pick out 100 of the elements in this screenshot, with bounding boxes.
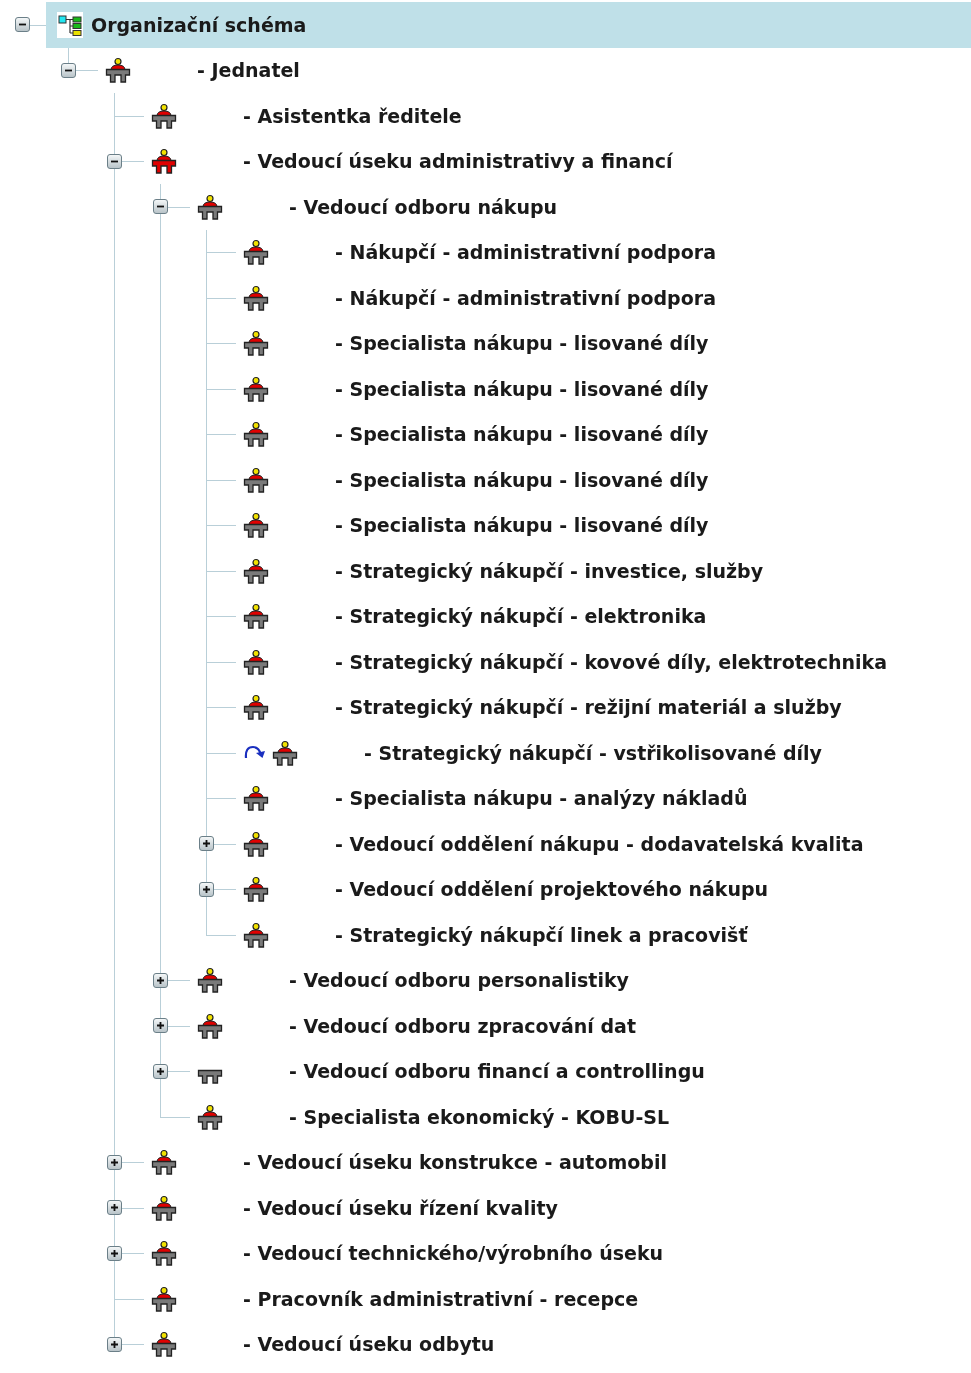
collapse-toggle[interactable] xyxy=(15,17,30,33)
expand-toggle[interactable] xyxy=(107,1336,122,1352)
person-at-desk-icon xyxy=(151,1331,177,1358)
tree-item[interactable]: Organizační schéma xyxy=(46,2,971,48)
person-at-desk-icon xyxy=(243,330,269,357)
collapse-toggle[interactable] xyxy=(153,199,168,215)
node-label: - Vedoucí technického/výrobního úseku xyxy=(243,1241,664,1266)
node-label: - Specialista nákupu - lisované díly xyxy=(335,331,709,356)
expand-toggle[interactable] xyxy=(107,1200,122,1216)
node-label: - Strategický nákupčí - režijní materiál a služby xyxy=(335,695,842,720)
node-label: - Pracovník administrativní - recepce xyxy=(243,1286,639,1312)
node-label: - Vedoucí úseku administrativy a financí xyxy=(243,149,673,174)
node-label: - Specialista nákupu - lisované díly xyxy=(335,513,709,538)
tree-item[interactable]: - Strategický nákupčí - investice, služby xyxy=(230,548,971,594)
node-label: - Vedoucí oddělení projektového nákupu xyxy=(335,877,769,902)
expand-toggle[interactable] xyxy=(153,1063,168,1079)
person-at-desk-icon xyxy=(151,148,177,175)
person-at-desk-icon xyxy=(243,603,269,630)
node-label: - Vedoucí odboru nákupu xyxy=(289,194,558,220)
node-label: - Vedoucí úseku konstrukce - automobil xyxy=(243,1150,667,1175)
node-label: - Strategický nákupčí - vstřikolisované díly xyxy=(364,740,822,766)
tree-item[interactable]: - Vedoucí úseku odbytu xyxy=(138,1321,971,1367)
expand-toggle[interactable] xyxy=(107,1245,122,1261)
tree-item[interactable]: - Vedoucí odboru zpracování dat xyxy=(184,1003,971,1049)
expand-toggle[interactable] xyxy=(199,881,214,897)
tree-item[interactable]: - Vedoucí odboru personalistiky xyxy=(184,957,971,1003)
person-at-desk-icon xyxy=(243,785,269,812)
plus-icon xyxy=(110,1339,119,1349)
tree-item[interactable]: - Vedoucí technického/výrobního úseku xyxy=(138,1230,971,1276)
tree-item[interactable]: - Vedoucí oddělení nákupu - dodavatelská kvalita xyxy=(230,821,971,867)
tree-item[interactable]: - Vedoucí úseku administrativy a financí xyxy=(138,138,971,184)
person-at-desk-icon xyxy=(243,375,269,402)
person-at-desk-icon xyxy=(243,421,269,448)
node-label: - Vedoucí úseku odbytu xyxy=(243,1332,495,1357)
node-label: - Vedoucí odboru personalistiky xyxy=(289,968,629,993)
person-at-desk-icon xyxy=(105,57,131,84)
tree-item[interactable]: - Specialista ekonomický - KOBU-SL xyxy=(184,1094,971,1140)
plus-icon xyxy=(156,975,165,985)
tree-item[interactable]: - Vedoucí úseku konstrukce - automobil xyxy=(138,1139,971,1185)
tree-item[interactable]: - Strategický nákupčí - vstřikolisované díly xyxy=(230,730,971,776)
node-label: - Nákupčí - administrativní podpora xyxy=(335,285,716,311)
person-at-desk-icon xyxy=(243,830,269,857)
tree-item[interactable]: - Jednatel xyxy=(92,47,971,93)
collapse-toggle[interactable] xyxy=(61,62,76,78)
tree-item[interactable]: - Nákupčí - administrativní podpora xyxy=(230,275,971,321)
tree-item[interactable]: - Nákupčí - administrativní podpora xyxy=(230,229,971,275)
node-label: - Specialista nákupu - lisované díly xyxy=(335,376,709,402)
tree-item[interactable]: - Strategický nákupčí - kovové díly, elektrotechnika xyxy=(230,639,971,685)
node-label: - Specialista nákupu - analýzy nákladů xyxy=(335,786,748,811)
node-label: - Vedoucí oddělení nákupu - dodavatelská kvalita xyxy=(335,831,864,857)
node-label: - Vedoucí úseku řízení kvality xyxy=(243,1195,558,1221)
expand-toggle[interactable] xyxy=(199,836,214,852)
tree-item[interactable]: - Pracovník administrativní - recepce xyxy=(138,1276,971,1322)
tree-item[interactable]: - Strategický nákupčí linek a pracovišť xyxy=(230,912,971,958)
collapse-toggle[interactable] xyxy=(107,153,122,169)
org-chart-icon xyxy=(57,11,83,38)
expand-toggle[interactable] xyxy=(153,1018,168,1034)
node-label: - Strategický nákupčí - kovové díly, elektrotechnika xyxy=(335,649,887,675)
person-at-desk-icon xyxy=(151,1194,177,1221)
node-label: - Vedoucí odboru zpracování dat xyxy=(289,1013,636,1039)
plus-icon xyxy=(110,1248,119,1258)
person-at-desk-icon xyxy=(151,1149,177,1176)
tree-item[interactable]: - Vedoucí úseku řízení kvality xyxy=(138,1185,971,1231)
person-at-desk-icon xyxy=(243,466,269,493)
node-label: - Specialista nákupu - lisované díly xyxy=(335,422,709,447)
person-at-desk-icon xyxy=(197,1103,223,1130)
plus-icon xyxy=(110,1157,119,1167)
person-at-desk-icon xyxy=(243,512,269,539)
person-at-desk-icon xyxy=(243,921,269,948)
plus-icon xyxy=(156,1021,165,1031)
node-label: - Specialista nákupu - lisované díly xyxy=(335,467,709,493)
expand-toggle[interactable] xyxy=(153,972,168,988)
node-label: - Jednatel xyxy=(197,58,300,83)
tree-item[interactable]: - Strategický nákupčí - režijní materiál a služby xyxy=(230,684,971,730)
tree-item[interactable]: - Vedoucí odboru nákupu xyxy=(184,184,971,230)
tree-item[interactable]: - Vedoucí odboru financí a controllingu xyxy=(184,1048,971,1094)
person-at-desk-icon xyxy=(243,876,269,903)
person-at-desk-icon xyxy=(151,102,177,129)
node-label: - Specialista ekonomický - KOBU-SL xyxy=(289,1104,670,1130)
tree-item[interactable]: - Strategický nákupčí - elektronika xyxy=(230,593,971,639)
tree-item[interactable]: - Vedoucí oddělení projektového nákupu xyxy=(230,866,971,912)
tree-item[interactable]: - Specialista nákupu - lisované díly xyxy=(230,366,971,412)
person-at-desk-icon xyxy=(197,193,223,220)
tree-item[interactable]: - Specialista nákupu - lisované díly xyxy=(230,457,971,503)
plus-icon xyxy=(110,1203,119,1213)
person-at-desk-icon xyxy=(243,239,269,266)
node-label: - Vedoucí odboru financí a controllingu xyxy=(289,1059,705,1084)
tree-item[interactable]: - Specialista nákupu - lisované díly xyxy=(230,411,971,457)
person-at-desk-icon xyxy=(243,648,269,675)
tree-item[interactable]: - Specialista nákupu - analýzy nákladů xyxy=(230,775,971,821)
tree-item[interactable]: - Specialista nákupu - lisované díly xyxy=(230,502,971,548)
node-label: - Nákupčí - administrativní podpora xyxy=(335,240,716,265)
expand-toggle[interactable] xyxy=(107,1154,122,1170)
person-at-desk-icon xyxy=(151,1240,177,1267)
tree-item[interactable]: - Asistentka ředitele xyxy=(138,93,971,139)
node-label: - Strategický nákupčí - elektronika xyxy=(335,604,707,629)
plus-icon xyxy=(156,1066,165,1076)
tree-item[interactable]: - Specialista nákupu - lisované díly xyxy=(230,320,971,366)
person-at-desk-icon xyxy=(243,557,269,584)
person-at-desk-icon xyxy=(151,1285,177,1312)
